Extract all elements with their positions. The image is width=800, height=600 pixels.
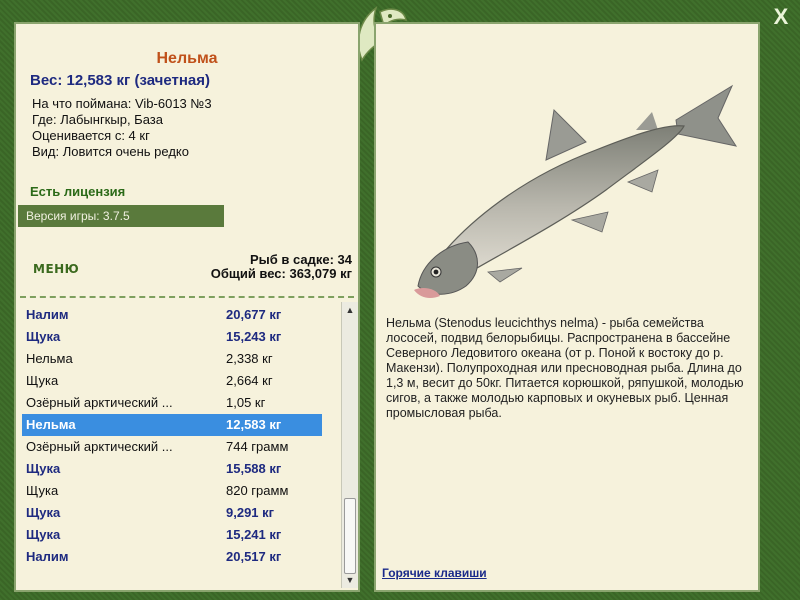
arrow-up-icon[interactable]: ▲ [342, 302, 358, 318]
catch-item-name: Щука [26, 505, 61, 520]
catch-list[interactable]: Налим 20,677 кг Щука 15,243 кг Нельма 2,338 к… [18, 302, 340, 588]
catch-list-item[interactable]: Щука 9,291 кг [22, 502, 322, 524]
game-version-bar: Версия игры: 3.7.5 [18, 205, 224, 227]
catch-item-name: Озёрный арктический ... [26, 395, 173, 410]
catch-item-name: Налим [26, 549, 69, 564]
catch-item-name: Озёрный арктический ... [26, 439, 173, 454]
fish-info-panel: Нельма Вес: 12,583 кг (зачетная) На что … [14, 22, 360, 592]
hotkeys-link[interactable]: Горячие клавиши [382, 566, 487, 580]
catch-list-item[interactable]: Щука 15,243 кг [22, 326, 322, 348]
close-button[interactable]: X [768, 4, 794, 30]
divider [20, 296, 354, 298]
catch-item-name: Щука [26, 483, 59, 498]
catch-list-item[interactable]: Щука 2,664 кг [22, 370, 322, 392]
catch-list-item[interactable]: Щука 15,588 кг [22, 458, 322, 480]
catch-list-item[interactable]: Озёрный арктический ... 1,05 кг [22, 392, 322, 414]
keep-net-total-weight: Общий вес: 363,079 кг [210, 266, 352, 281]
catch-item-weight: 12,583 кг [226, 417, 282, 432]
catch-list-scrollbar[interactable]: ▲ ▼ [341, 302, 358, 588]
catch-item-weight: 2,664 кг [226, 373, 273, 388]
license-status: Есть лицензия [30, 184, 126, 199]
catch-list-item[interactable]: Озёрный арктический ... 744 грамм [22, 436, 322, 458]
catch-list-item[interactable]: Налим 20,517 кг [22, 546, 322, 568]
catch-item-weight: 744 грамм [226, 439, 289, 454]
catch-item-weight: 15,241 кг [226, 527, 282, 542]
catch-list-item[interactable]: Налим 20,677 кг [22, 304, 322, 326]
arrow-down-icon[interactable]: ▼ [342, 572, 358, 588]
catch-list-item[interactable]: Нельма 12,583 кг [22, 414, 322, 436]
catch-list-item[interactable]: Нельма 2,338 кг [22, 348, 322, 370]
close-icon[interactable]: X [774, 4, 789, 29]
catch-item-name: Налим [26, 307, 69, 322]
scrollbar-thumb[interactable] [344, 498, 356, 574]
catch-item-weight: 1,05 кг [226, 395, 266, 410]
bait-info: На что поймана: Vib-6013 №3 [32, 96, 212, 111]
catch-item-weight: 820 грамм [226, 483, 289, 498]
keep-net-count: Рыб в садке: 34 [249, 252, 352, 267]
catch-item-weight: 15,588 кг [226, 461, 282, 476]
catch-list-item[interactable]: Щука 15,241 кг [22, 524, 322, 546]
fish-description-panel: Нельма (Stenodus leucichthys nelma) - ры… [374, 22, 760, 592]
catch-item-name: Нельма [26, 417, 76, 432]
valued-from-info: Оценивается с: 4 кг [32, 128, 150, 143]
catch-item-weight: 20,677 кг [226, 307, 282, 322]
location-info: Где: Лабынгкыр, База [32, 112, 163, 127]
catch-item-weight: 20,517 кг [226, 549, 282, 564]
catch-item-name: Щука [26, 527, 61, 542]
fish-image [414, 84, 738, 298]
fish-name-title: Нельма [156, 50, 218, 67]
fish-weight: Вес: 12,583 кг (зачетная) [30, 72, 211, 89]
fish-description: Нельма (Stenodus leucichthys nelma) - ры… [386, 316, 744, 420]
catch-item-name: Нельма [26, 351, 73, 366]
menu-button[interactable]: МЕНЮ [33, 262, 79, 276]
rarity-info: Вид: Ловится очень редко [32, 144, 189, 159]
catch-list-item[interactable]: Щука 820 грамм [22, 480, 322, 502]
catch-item-weight: 2,338 кг [226, 351, 273, 366]
catch-item-name: Щука [26, 373, 59, 388]
catch-item-name: Щука [26, 329, 61, 344]
catch-item-weight: 9,291 кг [226, 505, 275, 520]
catch-item-weight: 15,243 кг [226, 329, 282, 344]
catch-item-name: Щука [26, 461, 61, 476]
